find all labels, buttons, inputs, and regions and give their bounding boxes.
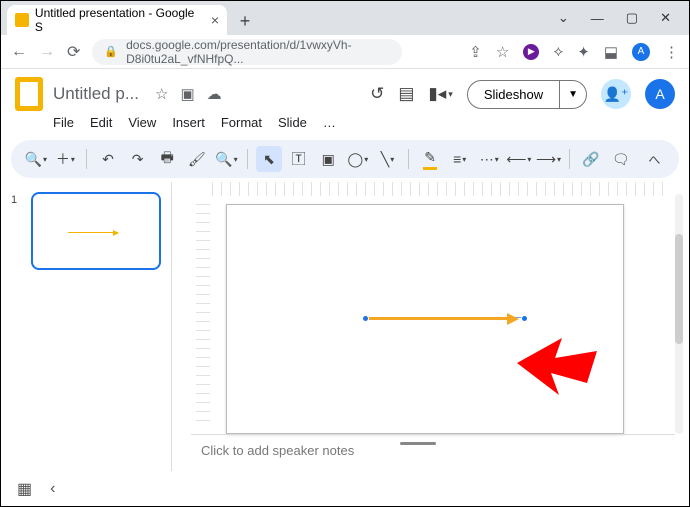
paint-format-button[interactable]: 🖌 [184,146,210,172]
explore-collapse-icon[interactable]: ‹ [50,480,55,498]
slides-logo-icon[interactable] [15,77,43,111]
redo-button[interactable]: ↷ [125,146,151,172]
extension-generic-icon[interactable]: ⟡ [553,43,563,60]
meet-camera-button[interactable]: ▮◂ ▾ [428,84,452,104]
selection-handle[interactable] [521,315,528,322]
comments-icon[interactable]: ▤ [398,84,414,104]
app-header: Untitled p... ☆ ▣ ☁ ↺ ▤ ▮◂ ▾ Slideshow ▼… [1,69,689,113]
maximize-icon[interactable]: ▢ [626,10,638,26]
minimize-icon[interactable]: — [591,11,604,26]
favicon-slides-icon [15,13,29,27]
main-area: 1 [1,182,689,471]
menu-insert[interactable]: Insert [172,115,205,130]
ruler-vertical [196,196,210,421]
slideshow-button[interactable]: Slideshow [467,80,560,109]
line-color-button[interactable]: ✎ [417,146,443,172]
move-doc-icon[interactable]: ▣ [180,85,194,103]
new-slide-button[interactable]: ＋ [53,146,79,172]
url-text: docs.google.com/presentation/d/1vwxyVh-D… [126,38,390,66]
arrow-head-icon [507,313,519,325]
line-weight-button[interactable]: ≡ [447,146,473,172]
browser-tab[interactable]: Untitled presentation - Google S × [7,5,227,35]
toolbar-separator [247,149,248,169]
toolbar-separator [86,149,87,169]
insert-comment-button[interactable]: 🗨 [608,146,634,172]
slide-number: 1 [11,194,17,206]
print-button[interactable]: 🖶 [154,146,180,172]
scrollbar-vertical[interactable] [675,194,683,434]
menu-file[interactable]: File [53,115,74,130]
new-tab-button[interactable]: + [231,7,259,35]
install-app-icon[interactable]: ⬓ [604,43,618,61]
filmstrip[interactable]: 1 [1,182,171,471]
share-button[interactable]: 👤⁺ [601,79,631,109]
slideshow-dropdown[interactable]: ▼ [560,80,587,109]
speaker-notes-placeholder: Click to add speaker notes [201,443,354,458]
line-start-button[interactable]: ⟵ [506,146,532,172]
line-dash-button[interactable]: ⋯ [476,146,502,172]
slide-canvas[interactable] [226,204,624,434]
chevron-down-icon[interactable]: ⌄ [558,10,569,26]
share-url-icon[interactable]: ⇪ [469,43,482,61]
selection-handle[interactable] [362,315,369,322]
url-field[interactable]: 🔒 docs.google.com/presentation/d/1vwxyVh… [92,39,402,65]
arrow-shape[interactable] [367,317,509,320]
speaker-notes[interactable]: Click to add speaker notes [191,434,675,466]
star-doc-icon[interactable]: ☆ [155,85,168,103]
menu-slide[interactable]: Slide [278,115,307,130]
grid-view-icon[interactable]: ▦ [17,479,30,499]
menu-more[interactable]: … [323,115,336,130]
cloud-status-icon[interactable]: ☁ [207,85,222,103]
tab-title: Untitled presentation - Google S [35,6,205,34]
toolbar-separator [408,149,409,169]
profile-avatar-small[interactable]: A [632,43,650,61]
select-tool[interactable]: ⬉ [256,146,282,172]
account-avatar[interactable]: A [645,79,675,109]
thumbnail-arrow-preview [68,232,118,233]
tab-close-icon[interactable]: × [211,12,219,28]
undo-button[interactable]: ↶ [95,146,121,172]
textbox-tool[interactable]: 🅃 [286,146,312,172]
browser-address-bar: ← → ⟳ 🔒 docs.google.com/presentation/d/1… [1,35,689,69]
ruler-horizontal [212,182,664,196]
nav-reload-icon[interactable]: ⟳ [67,42,80,62]
nav-forward-icon: → [39,43,55,61]
menu-edit[interactable]: Edit [90,115,112,130]
star-icon[interactable]: ☆ [496,43,509,61]
menu-view[interactable]: View [128,115,156,130]
annotation-pointer-icon [517,333,602,408]
search-menu-button[interactable]: 🔍 [23,146,49,172]
slide-thumbnail[interactable] [31,192,161,270]
browser-tab-strip: Untitled presentation - Google S × + ⌄ —… [1,1,689,35]
scrollbar-thumb[interactable] [675,234,683,344]
shape-tool[interactable]: ◯ [345,146,371,172]
insert-link-button[interactable]: 🔗 [578,146,604,172]
toolbar-separator [569,149,570,169]
nav-back-icon[interactable]: ← [11,43,27,61]
bottom-bar: ▦ ‹ [1,472,689,506]
slide-canvas-area[interactable] [172,182,689,471]
window-controls: ⌄ — ▢ ✕ [558,1,689,35]
lock-icon: 🔒 [104,45,118,58]
history-icon[interactable]: ↺ [370,84,384,104]
menu-format[interactable]: Format [221,115,262,130]
extension-icon[interactable]: ▶ [523,44,539,60]
extensions-puzzle-icon[interactable]: ✦ [577,43,590,61]
image-tool[interactable]: ▣ [315,146,341,172]
toolbar: 🔍 ＋ ↶ ↷ 🖶 🖌 🔍 ⬉ 🅃 ▣ ◯ ╲ ✎ ≡ ⋯ ⟵ ⟶ 🔗 🗨 へ [11,140,679,178]
menu-bar: File Edit View Insert Format Slide … [1,113,689,136]
toolbar-collapse-icon[interactable]: へ [642,146,668,172]
close-window-icon[interactable]: ✕ [660,10,671,26]
doc-title[interactable]: Untitled p... [53,84,139,103]
zoom-button[interactable]: 🔍 [214,146,240,172]
browser-menu-icon[interactable]: ⋮ [664,43,679,61]
line-end-button[interactable]: ⟶ [536,146,562,172]
line-tool[interactable]: ╲ [375,146,401,172]
